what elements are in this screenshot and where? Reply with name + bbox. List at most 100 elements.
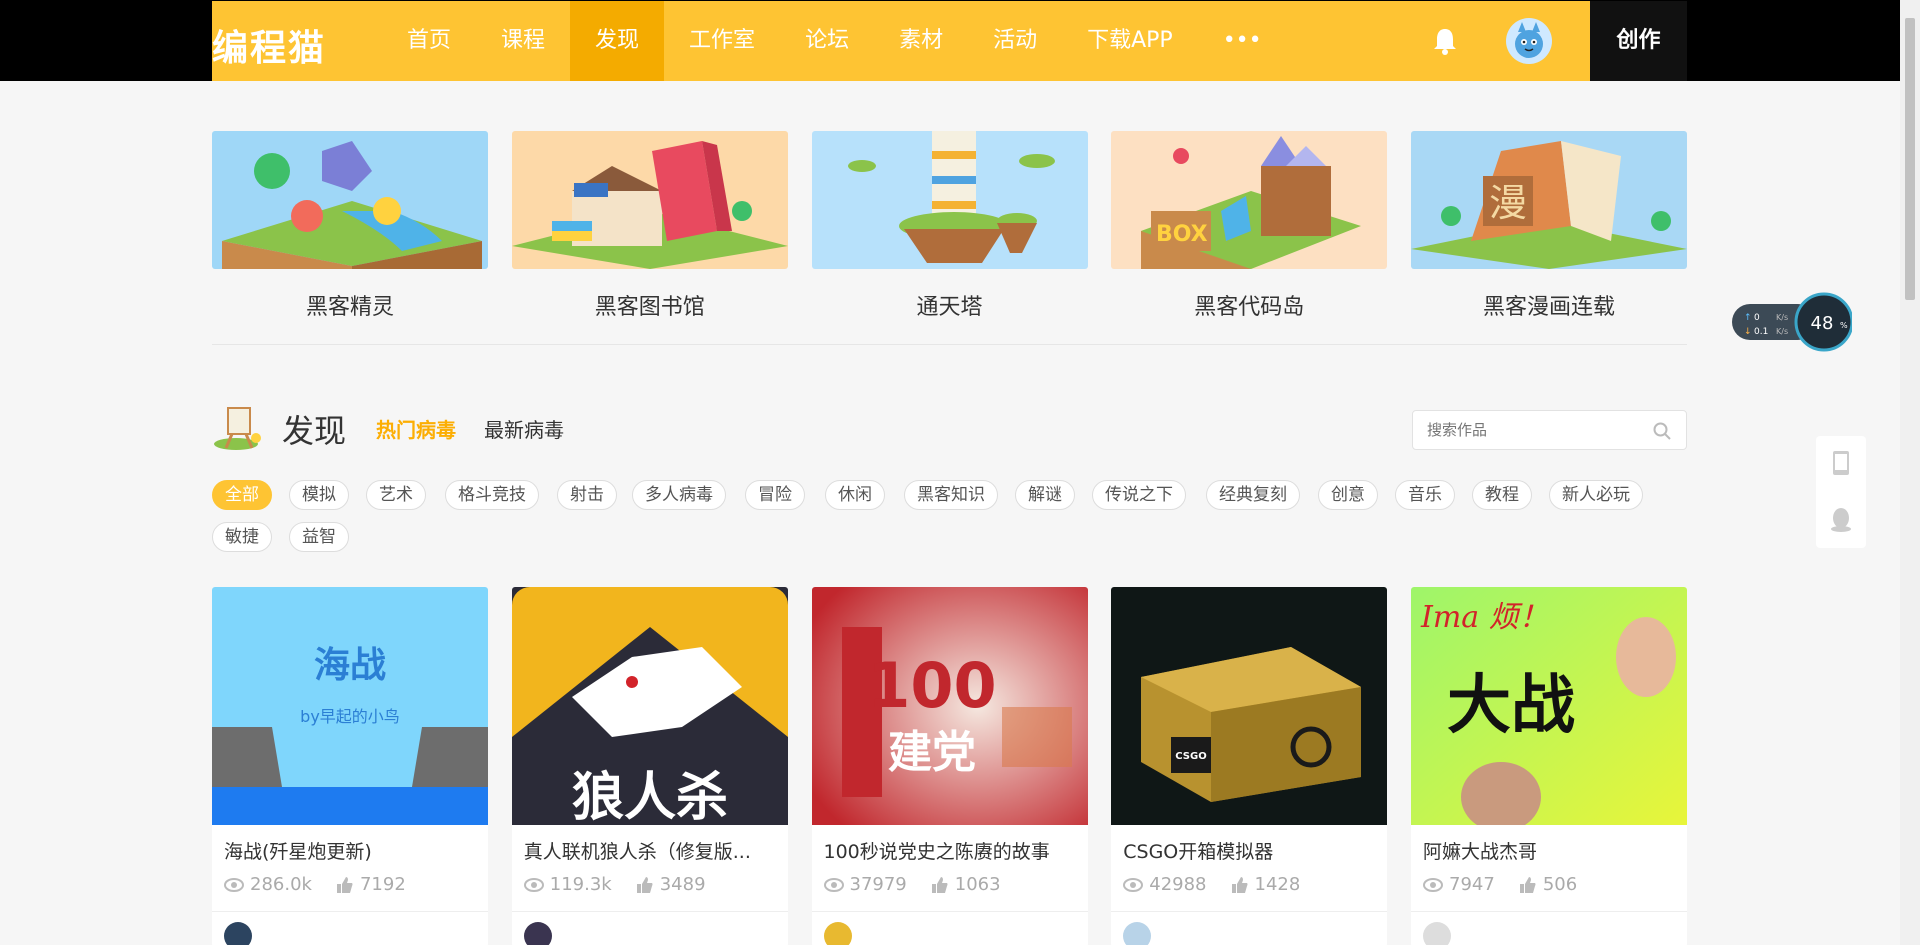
work-title[interactable]: CSGO开箱模拟器 — [1111, 825, 1387, 864]
cover-top-text: Ima 烦！ — [1420, 600, 1549, 635]
nav-item-more[interactable]: ••• — [1198, 1, 1287, 81]
filter-pill[interactable]: 创意 — [1318, 480, 1378, 510]
feature-label: 黑客图书馆 — [594, 295, 705, 320]
view-count: 42988 — [1149, 874, 1207, 895]
author-avatar[interactable] — [224, 922, 252, 945]
eye-icon — [224, 877, 244, 892]
work-card[interactable]: 100 建党 100秒说党史之陈赓的故事 37979 1063 — [811, 587, 1088, 945]
nav-item-forum[interactable]: 论坛 — [780, 1, 874, 81]
feature-card-hacker-comics[interactable]: 漫 黑客漫画连载 — [1411, 131, 1687, 321]
view-count: 286.0k — [250, 874, 312, 895]
like-count: 1428 — [1254, 874, 1301, 895]
speed-unit: K/s — [1776, 313, 1788, 322]
search-input[interactable] — [1427, 411, 1647, 449]
work-author[interactable] — [212, 912, 488, 945]
filter-pill[interactable]: 教程 — [1472, 480, 1532, 510]
author-avatar[interactable] — [1123, 922, 1152, 945]
bell-icon[interactable] — [1432, 27, 1458, 55]
feature-label: 通天塔 — [916, 295, 983, 320]
work-author[interactable] — [1111, 912, 1387, 945]
filter-pill[interactable]: 艺术 — [366, 480, 426, 510]
filter-pill[interactable]: 新人必玩 — [1549, 480, 1643, 510]
feature-label: 黑客漫画连载 — [1482, 295, 1615, 320]
filter-pill[interactable]: 模拟 — [289, 480, 349, 510]
tab-hot-works[interactable]: 热门病毒 — [376, 414, 456, 443]
like-count: 506 — [1542, 874, 1578, 895]
svg-text:BOX: BOX — [1156, 222, 1208, 247]
filter-pill[interactable]: 休闲 — [825, 480, 885, 510]
filter-pill[interactable]: 冒险 — [745, 480, 805, 510]
work-title[interactable]: 真人联机狼人杀（修复版... — [512, 825, 788, 864]
filter-pill[interactable]: 经典复刻 — [1206, 480, 1300, 510]
work-title[interactable]: 阿嫲大战杰哥 — [1411, 825, 1687, 864]
work-stats: 7947 506 — [1411, 864, 1687, 895]
work-card[interactable]: CSGO CSGO开箱模拟器 42988 1428 — [1111, 587, 1388, 945]
nav-item-studio[interactable]: 工作室 — [664, 1, 780, 81]
work-stats: 119.3k 3489 — [512, 864, 788, 895]
work-cover: CSGO — [1111, 587, 1388, 825]
filter-all[interactable]: 全部 — [212, 480, 272, 510]
filter-pill[interactable]: 多人病毒 — [632, 480, 726, 510]
create-button[interactable]: 创作 — [1590, 1, 1687, 81]
feature-label: 黑客代码岛 — [1194, 295, 1305, 320]
nav-item-events[interactable]: 活动 — [968, 1, 1062, 81]
work-cover: 狼人杀 — [511, 587, 788, 825]
qq-penguin-icon[interactable] — [1830, 506, 1852, 532]
nav-item-download-app[interactable]: 下载APP — [1062, 1, 1198, 81]
site-logo[interactable]: 编程猫 — [212, 19, 326, 71]
work-author[interactable] — [512, 912, 788, 945]
cover-subtitle: by早起的小鸟 — [300, 707, 400, 726]
search-icon[interactable] — [1652, 421, 1672, 441]
filter-pill[interactable]: 音乐 — [1395, 480, 1455, 510]
nav-item-materials[interactable]: 素材 — [874, 1, 968, 81]
cover-title: 狼人杀 — [572, 768, 728, 825]
work-title[interactable]: 100秒说党史之陈赓的故事 — [812, 825, 1088, 864]
author-avatar[interactable] — [1423, 922, 1451, 945]
author-avatar[interactable] — [823, 922, 852, 945]
svg-text:↓: ↓ — [1744, 327, 1752, 337]
work-card[interactable]: Ima 烦！ 大战 阿嫲大战杰哥 7947 506 — [1411, 587, 1687, 945]
like-count: 7192 — [359, 874, 406, 895]
feature-card-hacker-code-island[interactable]: BOX 黑客代码岛 — [1111, 131, 1388, 321]
feature-cards: 黑客精灵 黑客图书馆 通天塔 BOX 黑客代码岛 漫 黑客漫画连载 — [212, 131, 1687, 321]
work-cover: Ima 烦！ 大战 — [1411, 587, 1687, 825]
eye-icon — [523, 877, 544, 892]
discover-title: 发现 — [282, 412, 347, 450]
filter-pill[interactable]: 黑客知识 — [904, 480, 998, 510]
tab-new-works[interactable]: 最新病毒 — [484, 414, 564, 443]
svg-text:%: % — [1840, 321, 1848, 330]
filter-pill[interactable]: 益智 — [289, 522, 349, 552]
thumbs-up-icon — [1519, 876, 1536, 893]
work-card[interactable]: 海战 by早起的小鸟 海战(歼星炮更新) 286.0k 7192 — [212, 587, 488, 945]
nav-item-discover[interactable]: 发现 — [570, 1, 665, 81]
filter-pill[interactable]: 解谜 — [1015, 480, 1075, 510]
work-author[interactable] — [1411, 912, 1687, 945]
page-scrollbar[interactable] — [1900, 0, 1920, 945]
work-cards: 海战 by早起的小鸟 海战(歼星炮更新) 286.0k 7192 狼人杀 真人联… — [212, 587, 1687, 945]
work-card[interactable]: 狼人杀 真人联机狼人杀（修复版... 119.3k 3489 — [511, 587, 788, 945]
filter-pill[interactable]: 传说之下 — [1092, 480, 1186, 510]
work-title[interactable]: 海战(歼星炮更新) — [212, 825, 488, 864]
work-author[interactable] — [812, 912, 1088, 945]
author-avatar[interactable] — [523, 922, 552, 945]
cover-title: 100 — [867, 649, 996, 722]
like-count: 3489 — [659, 874, 706, 895]
user-avatar[interactable] — [1506, 18, 1552, 64]
thumbs-up-icon — [636, 876, 653, 893]
filter-pill[interactable]: 射击 — [557, 480, 617, 510]
feature-card-babel-tower[interactable]: 通天塔 — [811, 131, 1088, 321]
nav-item-home[interactable]: 首页 — [382, 1, 476, 81]
network-speed-widget[interactable]: ↑ ↓ 0 0.1 K/s K/s 48 % — [1732, 292, 1854, 352]
scrollbar-thumb[interactable] — [1905, 18, 1915, 300]
upload-speed: 0 — [1754, 313, 1760, 323]
cover-subtitle: 建党 — [888, 727, 976, 778]
main-nav: 编程猫 首页 课程 发现 工作室 论坛 素材 活动 下载APP ••• 创作 — [212, 1, 1687, 81]
filter-pill[interactable]: 格斗竞技 — [445, 480, 539, 510]
nav-item-courses[interactable]: 课程 — [476, 1, 570, 81]
eye-icon — [1423, 877, 1443, 892]
mobile-icon[interactable] — [1831, 450, 1851, 476]
feature-card-hacker-sprite[interactable]: 黑客精灵 — [212, 131, 488, 321]
feature-card-hacker-library[interactable]: 黑客图书馆 — [511, 131, 788, 321]
filter-pill[interactable]: 敏捷 — [212, 522, 272, 552]
work-cover: 海战 by早起的小鸟 — [212, 587, 488, 825]
